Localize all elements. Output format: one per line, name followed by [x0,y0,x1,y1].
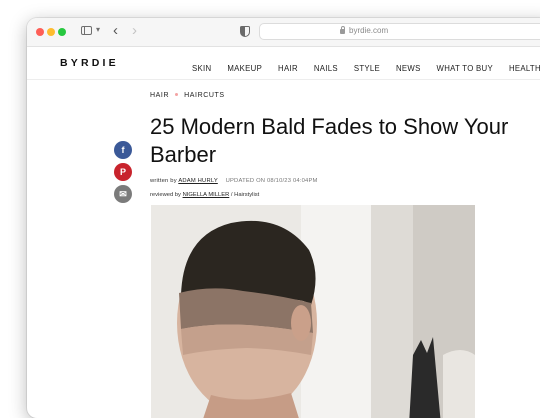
back-arrow-icon[interactable]: ‹ [113,22,118,39]
updated-date: UPDATED ON 08/10/23 04:04PM [225,178,318,184]
url-text: byrdie.com [349,26,389,35]
nav-item-hair[interactable]: HAIR [278,64,298,73]
byline: written by ADAM HURLY UPDATED ON 08/10/2… [150,178,318,184]
article-title: 25 Modern Bald Fades to Show Your Barber [150,114,509,167]
breadcrumb-separator [175,93,179,97]
breadcrumb-item-haircuts[interactable]: HAIRCUTS [184,92,225,99]
reviewer-role: / Hairstylist [230,192,260,198]
reviewed-by-label: reviewed by [150,192,181,198]
close-window-button[interactable] [36,28,44,36]
site-header: BYRDIE SKIN MAKEUP HAIR NAILS STYLE NEWS… [27,47,540,80]
sidebar-toggle-icon[interactable] [81,26,92,35]
nav-item-what-to-buy[interactable]: WHAT TO BUY [437,64,493,73]
breadcrumb: HAIR HAIRCUTS [150,92,225,99]
breadcrumb-item-hair[interactable]: HAIR [150,92,169,99]
facebook-share-icon[interactable]: f [114,141,132,159]
bald-fade-haircut-photo [151,205,475,418]
article-hero-image [151,205,475,418]
site-logo[interactable]: BYRDIE [60,57,119,69]
nav-item-style[interactable]: STYLE [354,64,380,73]
nav-item-nails[interactable]: NAILS [314,64,338,73]
browser-window: ▾ ‹ › byrdie.com BYRDIE SKIN MAKEUP HAIR… [27,18,540,418]
minimize-window-button[interactable] [47,28,55,36]
shield-icon[interactable] [240,26,250,37]
chevron-down-icon[interactable]: ▾ [96,25,100,34]
reviewed-by: reviewed by NIGELLA MILLER / Hairstylist [150,192,259,198]
email-share-icon[interactable]: ✉ [114,185,132,203]
reviewer-link[interactable]: NIGELLA MILLER [183,192,230,198]
nav-item-health[interactable]: HEALTH AND W [509,64,540,73]
nav-item-news[interactable]: NEWS [396,64,421,73]
forward-arrow-icon[interactable]: › [132,22,137,39]
nav-item-makeup[interactable]: MAKEUP [227,64,262,73]
browser-toolbar: ▾ ‹ › byrdie.com [27,18,540,47]
author-link[interactable]: ADAM HURLY [178,178,217,184]
written-by-label: written by [150,178,177,184]
lock-icon [340,25,345,34]
address-bar[interactable]: byrdie.com [259,23,540,40]
pinterest-share-icon[interactable]: P [114,163,132,181]
main-nav: SKIN MAKEUP HAIR NAILS STYLE NEWS WHAT T… [192,58,540,76]
maximize-window-button[interactable] [58,28,66,36]
nav-item-skin[interactable]: SKIN [192,64,211,73]
